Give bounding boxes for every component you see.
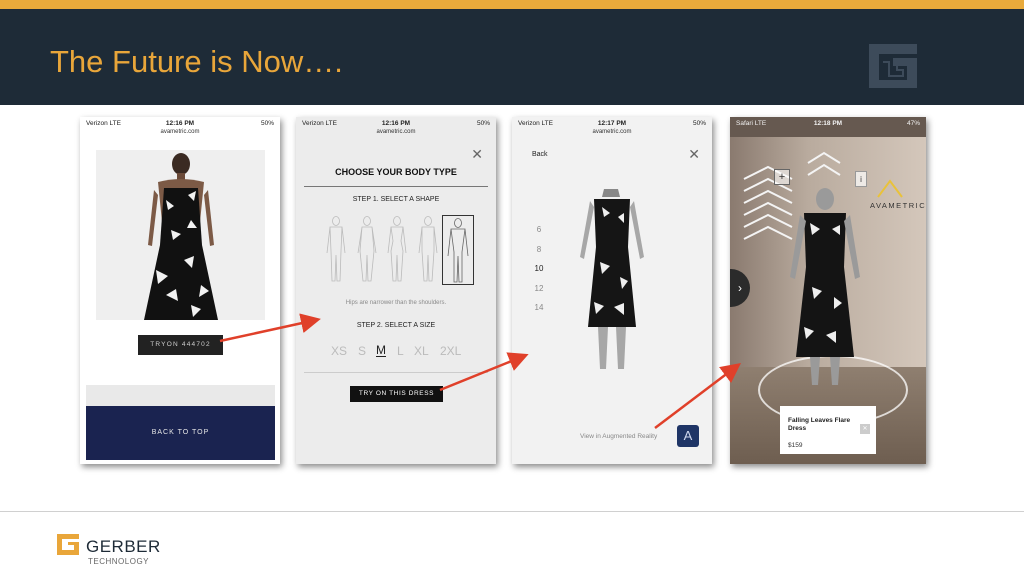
url-label: avametric.com bbox=[160, 129, 200, 135]
battery-label: 47% bbox=[906, 120, 920, 127]
size-option-s[interactable]: S bbox=[358, 344, 366, 358]
status-bar: Safari LTE 12:18 PM 47% bbox=[730, 117, 926, 137]
phone-screenshot-body-type: Verizon LTE 12:16 PM avametric.com 50% ✕… bbox=[296, 117, 496, 464]
size-option-8[interactable]: 8 bbox=[528, 245, 550, 265]
phone-screenshot-3d-viewer: Verizon LTE 12:17 PM avametric.com 50% B… bbox=[512, 117, 712, 464]
phone-screenshot-product: Verizon LTE 12:16 PM avametric.com 50% T… bbox=[80, 117, 280, 464]
size-option-xl[interactable]: XL bbox=[414, 344, 429, 358]
ar-icon[interactable]: A bbox=[677, 425, 699, 447]
size-option-m-selected[interactable]: M bbox=[376, 344, 386, 357]
size-picker[interactable]: 6 8 10 12 14 bbox=[528, 225, 550, 323]
size-option-2xl[interactable]: 2XL bbox=[440, 344, 461, 358]
close-icon[interactable]: ✕ bbox=[860, 424, 870, 434]
status-time: 12:16 PM bbox=[165, 120, 195, 127]
model-in-dress-image bbox=[144, 153, 218, 320]
body-shape-option-4[interactable] bbox=[415, 215, 441, 285]
divider bbox=[304, 186, 488, 187]
add-icon[interactable]: + bbox=[774, 169, 790, 185]
close-icon[interactable]: ✕ bbox=[688, 146, 700, 163]
avametric-logo-icon bbox=[877, 179, 903, 198]
body-type-title: CHOOSE YOUR BODY TYPE bbox=[335, 167, 457, 177]
avatar-3d-model-image bbox=[580, 189, 644, 369]
close-icon[interactable]: ✕ bbox=[471, 146, 483, 163]
size-option-12[interactable]: 12 bbox=[528, 284, 550, 304]
product-card[interactable]: Falling Leaves Flare Dress $159 ✕ bbox=[780, 406, 876, 454]
status-bar: Verizon LTE 12:17 PM avametric.com 50% bbox=[512, 117, 712, 137]
gerber-logo-icon bbox=[869, 44, 917, 88]
status-time: 12:17 PM bbox=[597, 120, 627, 127]
status-time: 12:16 PM bbox=[381, 120, 411, 127]
avametric-logo-text: AVAMETRIC bbox=[870, 201, 926, 210]
size-option-l[interactable]: L bbox=[397, 344, 404, 358]
slide-header: The Future is Now…. bbox=[0, 9, 1024, 105]
step1-label: STEP 1. SELECT A SHAPE bbox=[352, 196, 440, 203]
body-shape-option-5-selected[interactable] bbox=[442, 215, 474, 285]
gerber-logo-icon bbox=[57, 534, 79, 555]
back-link[interactable]: Back bbox=[532, 151, 548, 158]
try-on-dress-button[interactable]: TRY ON THIS DRESS bbox=[350, 386, 443, 402]
slide-title: The Future is Now…. bbox=[50, 44, 343, 79]
step2-label: STEP 2. SELECT A SIZE bbox=[356, 322, 436, 329]
footer-brand: GERBER bbox=[86, 537, 161, 556]
shape-hint: Hips are narrower than the shoulders. bbox=[345, 300, 447, 306]
battery-label: 50% bbox=[692, 120, 706, 127]
url-label: avametric.com bbox=[592, 129, 632, 135]
product-photo bbox=[96, 150, 265, 320]
product-name: Falling Leaves Flare Dress bbox=[788, 417, 851, 432]
body-shape-option-3[interactable] bbox=[384, 215, 410, 285]
status-bar: Verizon LTE 12:16 PM avametric.com 50% bbox=[80, 117, 280, 137]
view-in-ar-label[interactable]: View in Augmented Reality bbox=[580, 433, 657, 440]
status-time: 12:18 PM bbox=[813, 120, 843, 127]
size-option-6[interactable]: 6 bbox=[528, 225, 550, 245]
tryon-button[interactable]: TRYON 444702 bbox=[138, 335, 223, 355]
divider bbox=[304, 372, 488, 373]
footer-subbrand: TECHNOLOGY bbox=[88, 557, 150, 566]
info-icon[interactable]: i bbox=[855, 171, 867, 187]
battery-label: 50% bbox=[476, 120, 490, 127]
body-shape-option-2[interactable] bbox=[354, 215, 380, 285]
status-bar: Verizon LTE 12:16 PM avametric.com 50% bbox=[296, 117, 496, 137]
product-price: $159 bbox=[788, 442, 803, 449]
top-accent-bar bbox=[0, 0, 1024, 9]
battery-label: 50% bbox=[260, 120, 274, 127]
back-to-top-button[interactable]: BACK TO TOP bbox=[86, 406, 275, 460]
phone-screenshot-ar-view: Safari LTE 12:18 PM 47% + i AVAMETRIC › … bbox=[730, 117, 926, 464]
url-label: avametric.com bbox=[376, 129, 416, 135]
footer-divider bbox=[0, 511, 1024, 512]
gray-band bbox=[86, 385, 275, 406]
body-shape-option-1[interactable] bbox=[323, 215, 349, 285]
ar-avatar-image bbox=[790, 188, 860, 385]
size-option-10-selected[interactable]: 10 bbox=[528, 264, 550, 284]
size-option-14[interactable]: 14 bbox=[528, 303, 550, 323]
size-option-xs[interactable]: XS bbox=[331, 344, 347, 358]
